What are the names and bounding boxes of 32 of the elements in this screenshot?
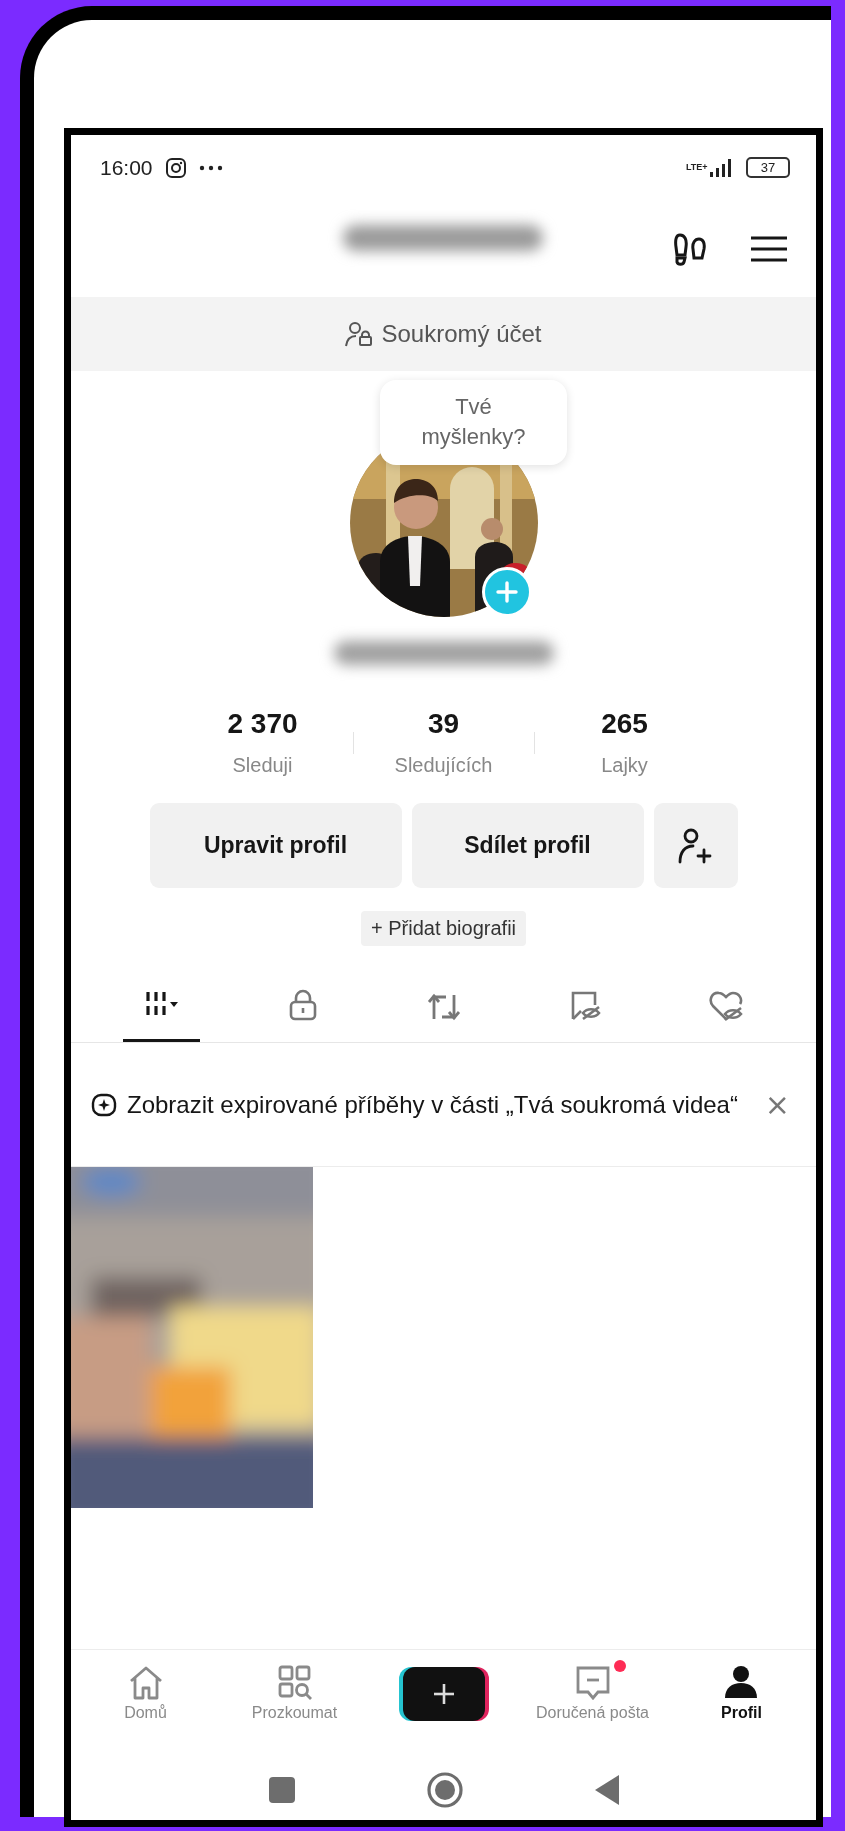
- expired-stories-notice: Zobrazit expirované příběhy v části „Tvá soukromá videa“: [127, 1089, 739, 1120]
- home-button[interactable]: [425, 1770, 464, 1809]
- recent-apps-button[interactable]: [267, 1775, 296, 1804]
- stat-count[interactable]: 39: [427, 708, 460, 740]
- close-button[interactable]: ×: [760, 1087, 794, 1122]
- back-button[interactable]: [593, 1773, 620, 1806]
- stat-label[interactable]: Sleduji: [232, 754, 293, 777]
- plus-icon: [431, 1682, 456, 1706]
- sparkle-icon: [91, 1091, 117, 1118]
- edit-profile-button[interactable]: Upravit profil: [149, 803, 402, 888]
- share-profile-button[interactable]: Sdílet profil: [411, 803, 644, 888]
- nav-tab[interactable]: Prozkoumat: [251, 1664, 338, 1722]
- nav-tab[interactable]: Doručená pošta: [536, 1664, 649, 1722]
- signal-icon: [708, 157, 734, 178]
- stat-label[interactable]: Lajky: [601, 754, 648, 777]
- add-bio-button[interactable]: + Přidat biografii: [360, 911, 527, 946]
- more-icon: [198, 164, 223, 171]
- add-friends-button[interactable]: [653, 803, 738, 888]
- nav-tab[interactable]: Domů: [124, 1664, 167, 1722]
- thoughts-bubble[interactable]: Tvé myšlenky?: [380, 380, 567, 465]
- person-lock-icon: [345, 321, 374, 347]
- status-time: 16:00: [100, 155, 153, 180]
- private-account-label: Soukromý účet: [381, 320, 542, 348]
- menu-icon[interactable]: [750, 234, 788, 263]
- battery-level: 37: [760, 160, 776, 175]
- plus-icon: [495, 581, 518, 603]
- stat-label[interactable]: Sledujících: [394, 754, 493, 777]
- stat-count[interactable]: 2 370: [227, 708, 298, 740]
- stat-count[interactable]: 265: [601, 708, 648, 740]
- add-person-icon: [677, 827, 714, 864]
- nav-tab[interactable]: Profil: [721, 1664, 762, 1722]
- camera-app-icon: [164, 156, 187, 179]
